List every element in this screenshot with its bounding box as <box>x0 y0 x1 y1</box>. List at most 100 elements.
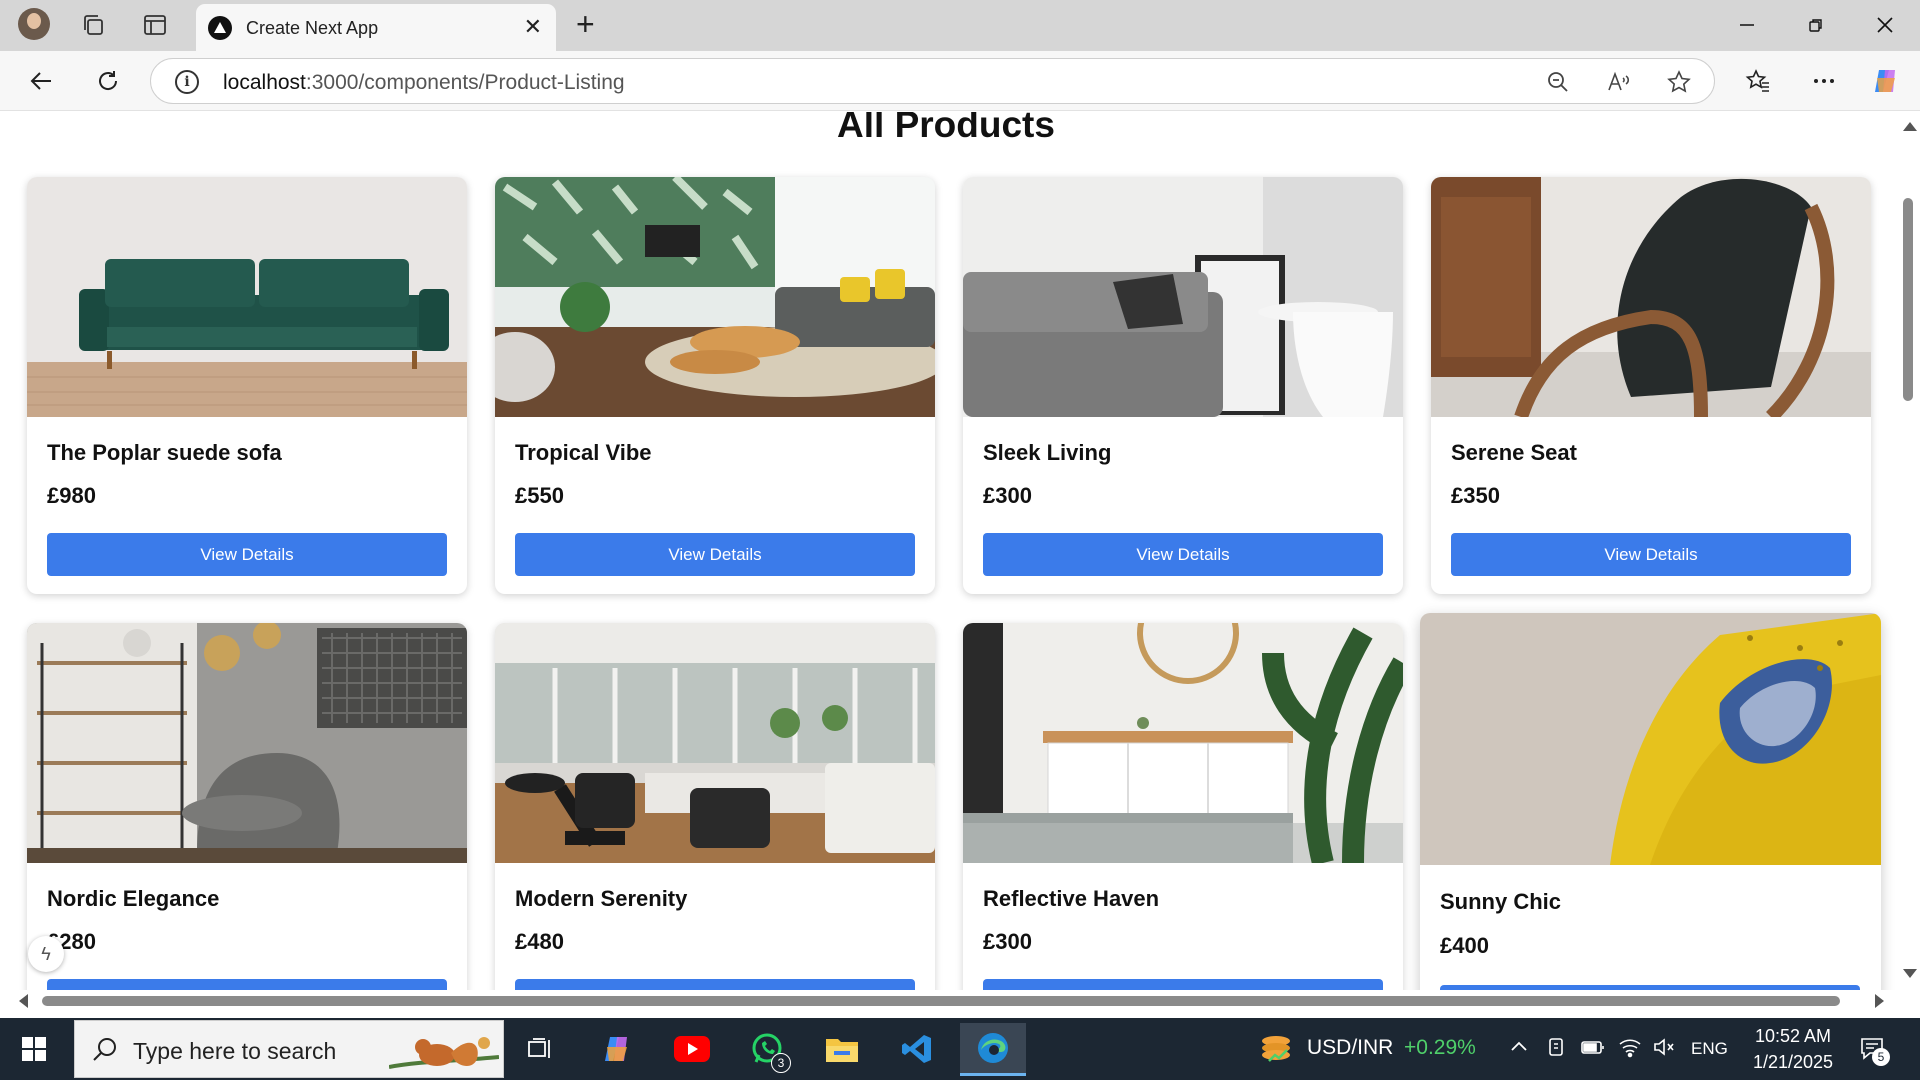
file-explorer-icon[interactable] <box>820 1027 864 1071</box>
new-tab-button[interactable]: + <box>576 8 595 40</box>
browser-navbar: i localhost:3000/components/Product-List… <box>0 51 1920 111</box>
product-price: £980 <box>47 483 96 508</box>
scroll-up-icon[interactable] <box>1903 122 1917 131</box>
ticker-change: +0.29% <box>1404 1036 1476 1059</box>
back-arrow-icon[interactable] <box>26 65 58 97</box>
favorite-star-icon[interactable] <box>1666 69 1692 95</box>
product-name: Nordic Elegance <box>47 886 220 911</box>
notification-count: 5 <box>1872 1048 1890 1066</box>
scroll-right-icon[interactable] <box>1875 994 1884 1008</box>
restore-icon[interactable] <box>1801 10 1831 40</box>
tab-actions-icon[interactable] <box>142 12 168 38</box>
product-price: £350 <box>1451 483 1500 508</box>
ticker-label[interactable]: USD/INR <box>1307 1036 1393 1060</box>
view-details-button[interactable]: View Details <box>515 979 915 990</box>
address-bar[interactable]: i localhost:3000/components/Product-List… <box>150 58 1715 104</box>
battery-icon[interactable] <box>1580 1036 1606 1063</box>
view-details-button[interactable]: View Details <box>1451 533 1851 576</box>
tab-title: Create Next App <box>246 18 379 38</box>
product-card[interactable]: Sleek Living £300 View Details <box>963 177 1403 594</box>
close-window-icon[interactable] <box>1870 10 1900 40</box>
horizontal-scroll-thumb[interactable] <box>42 996 1840 1006</box>
scroll-down-icon[interactable] <box>1903 969 1917 978</box>
product-image-tropical-room[interactable] <box>495 177 935 417</box>
url-path: :3000/components/Product-Listing <box>305 71 625 94</box>
meet-now-icon[interactable] <box>1545 1036 1567 1063</box>
workspaces-icon[interactable] <box>80 12 106 38</box>
language-indicator[interactable]: ENG <box>1691 1039 1728 1059</box>
windows-taskbar: Type here to search 3 USD/INR +0.29% ENG… <box>0 1018 1920 1080</box>
page-title: All Products <box>837 112 1055 145</box>
product-card[interactable]: Modern Serenity £480 View Details <box>495 623 935 990</box>
wifi-icon[interactable] <box>1618 1036 1642 1063</box>
clock-time[interactable]: 10:52 AM <box>1748 1026 1838 1047</box>
search-icon <box>91 1036 119 1064</box>
view-details-button[interactable]: View Details <box>515 533 915 576</box>
clock-date[interactable]: 1/21/2025 <box>1745 1052 1841 1073</box>
view-details-button[interactable]: View Details <box>47 533 447 576</box>
product-image-nordic-chair[interactable] <box>27 623 467 863</box>
task-view-icon[interactable] <box>518 1027 562 1071</box>
product-name: The Poplar suede sofa <box>47 440 282 465</box>
squirrel-illustration-icon <box>388 1025 500 1075</box>
product-card[interactable]: Sunny Chic £400 View Details <box>1420 613 1881 990</box>
show-hidden-icons-icon[interactable] <box>1508 1036 1530 1063</box>
page-viewport: All Products The Poplar suede sofa £980 … <box>6 112 1896 990</box>
whatsapp-badge: 3 <box>771 1053 791 1073</box>
product-image-modern-lounge[interactable] <box>495 623 935 863</box>
view-details-button[interactable]: View Details <box>47 979 447 990</box>
product-image-sideboard-room[interactable] <box>963 623 1403 863</box>
product-image-yellow-sofa[interactable] <box>1420 613 1881 865</box>
product-image-armchair[interactable] <box>1431 177 1871 417</box>
vscode-icon[interactable] <box>895 1027 939 1071</box>
product-name: Sleek Living <box>983 440 1112 465</box>
url-host: localhost <box>223 71 306 94</box>
notifications-icon[interactable]: 5 <box>1858 1034 1890 1067</box>
product-image-grey-sofa[interactable] <box>963 177 1403 417</box>
youtube-icon[interactable] <box>670 1027 714 1071</box>
more-menu-icon[interactable] <box>1808 65 1840 97</box>
product-name: Reflective Haven <box>983 886 1160 911</box>
site-info-icon[interactable]: i <box>175 70 199 94</box>
stock-coins-icon[interactable] <box>1256 1030 1296 1068</box>
product-name: Modern Serenity <box>515 886 688 911</box>
product-card[interactable]: Reflective Haven £300 View Details <box>963 623 1403 990</box>
horizontal-scrollbar[interactable] <box>6 990 1896 1012</box>
favorites-icon[interactable] <box>1742 65 1774 97</box>
view-details-button[interactable]: View Details <box>983 533 1383 576</box>
product-card[interactable]: Serene Seat £350 View Details <box>1431 177 1871 594</box>
nextjs-favicon-icon <box>208 16 232 40</box>
product-card[interactable]: Tropical Vibe £550 View Details <box>495 177 935 594</box>
refresh-icon[interactable] <box>92 65 124 97</box>
product-name: Tropical Vibe <box>515 440 652 465</box>
product-price: £300 <box>983 483 1032 508</box>
url-text[interactable]: localhost:3000/components/Product-Listin… <box>223 71 625 95</box>
view-details-button[interactable]: View Details <box>983 979 1383 990</box>
windows-start-icon[interactable] <box>22 1037 46 1061</box>
tab-create-next-app[interactable]: Create Next App ✕ <box>196 4 556 51</box>
product-name: Serene Seat <box>1451 440 1577 465</box>
taskbar-search[interactable]: Type here to search <box>74 1020 504 1078</box>
close-tab-icon[interactable]: ✕ <box>524 16 542 38</box>
copilot-icon[interactable] <box>1870 65 1902 97</box>
profile-avatar[interactable] <box>18 8 50 40</box>
zoom-out-icon[interactable] <box>1545 69 1571 95</box>
read-aloud-icon[interactable] <box>1606 69 1632 95</box>
search-placeholder: Type here to search <box>133 1038 337 1064</box>
product-name: Sunny Chic <box>1440 889 1562 914</box>
product-card[interactable]: The Poplar suede sofa £980 View Details <box>27 177 467 594</box>
product-image-green-sofa[interactable] <box>27 177 467 417</box>
minimize-icon[interactable] <box>1732 10 1762 40</box>
scroll-left-icon[interactable] <box>19 994 28 1008</box>
product-card[interactable]: Nordic Elegance £280 View Details <box>27 623 467 990</box>
nextjs-dev-indicator-icon[interactable]: ϟ <box>28 936 64 972</box>
vertical-scroll-thumb[interactable] <box>1903 198 1913 401</box>
edge-browser-icon[interactable] <box>960 1023 1026 1076</box>
volume-muted-icon[interactable] <box>1652 1036 1676 1063</box>
whatsapp-icon[interactable]: 3 <box>745 1027 791 1073</box>
product-price: £550 <box>515 483 564 508</box>
product-price: £300 <box>983 929 1032 954</box>
product-price: £480 <box>515 929 564 954</box>
copilot-taskbar-icon[interactable] <box>595 1027 639 1071</box>
vertical-scrollbar[interactable] <box>1896 112 1920 992</box>
